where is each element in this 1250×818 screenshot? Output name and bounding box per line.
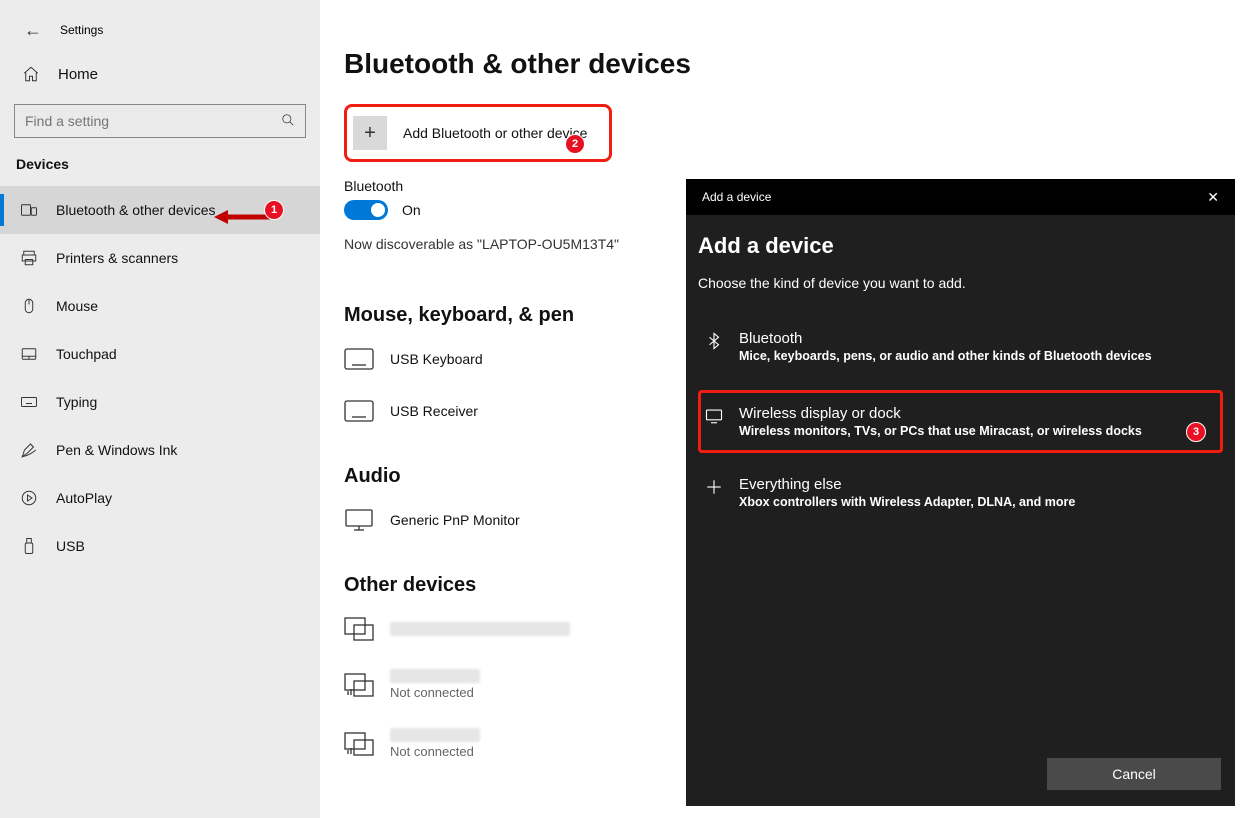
search-input[interactable] xyxy=(25,113,265,129)
redacted-text xyxy=(390,728,480,742)
redacted-text xyxy=(390,622,570,636)
sidebar-item-label: Bluetooth & other devices xyxy=(56,202,216,218)
monitor-icon xyxy=(705,407,723,425)
media-device-icon xyxy=(344,673,374,697)
sidebar-item-label: Pen & Windows Ink xyxy=(56,442,177,458)
back-icon[interactable]: ← xyxy=(24,20,42,41)
page-title: Bluetooth & other devices xyxy=(344,48,904,80)
sidebar-item-usb[interactable]: USB xyxy=(0,522,320,570)
device-name: USB Receiver xyxy=(390,403,478,419)
sidebar-home[interactable]: Home xyxy=(0,54,320,94)
add-device-dialog: Add a device ✕ Add a device Choose the k… xyxy=(686,179,1235,806)
dialog-option-bluetooth[interactable]: Bluetooth Mice, keyboards, pens, or audi… xyxy=(698,315,1223,378)
option-desc: Xbox controllers with Wireless Adapter, … xyxy=(739,495,1075,509)
dialog-subheading: Choose the kind of device you want to ad… xyxy=(698,275,1223,291)
annotation-badge-2: 2 xyxy=(565,134,585,154)
annotation-badge-1: 1 xyxy=(264,200,284,220)
dialog-option-everything-else[interactable]: Everything else Xbox controllers with Wi… xyxy=(698,461,1223,524)
add-device-button[interactable]: + Add Bluetooth or other device 2 xyxy=(344,104,612,162)
sidebar-item-typing[interactable]: Typing xyxy=(0,378,320,426)
dialog-titlebar: Add a device ✕ xyxy=(686,179,1235,215)
option-desc: Wireless monitors, TVs, or PCs that use … xyxy=(739,424,1142,438)
annotation-badge-3: 3 xyxy=(1186,422,1206,442)
annotation-arrow-1: 1 xyxy=(214,200,284,230)
usb-icon xyxy=(20,537,38,555)
option-desc: Mice, keyboards, pens, or audio and othe… xyxy=(739,349,1152,363)
media-device-icon xyxy=(344,732,374,756)
option-title: Bluetooth xyxy=(739,330,1152,347)
sidebar-group-header: Devices xyxy=(0,156,320,172)
redacted-text xyxy=(390,669,480,683)
sidebar-item-autoplay[interactable]: AutoPlay xyxy=(0,474,320,522)
dialog-heading: Add a device xyxy=(698,233,1223,259)
device-name: USB Keyboard xyxy=(390,351,483,367)
autoplay-icon xyxy=(20,489,38,507)
pen-icon xyxy=(20,441,38,459)
bluetooth-icon xyxy=(705,332,723,350)
plus-icon xyxy=(705,478,723,496)
mouse-icon xyxy=(20,297,38,315)
device-icon xyxy=(344,617,374,641)
device-status: Not connected xyxy=(390,744,480,759)
sidebar-item-printers[interactable]: Printers & scanners xyxy=(0,234,320,282)
sidebar-item-mouse[interactable]: Mouse xyxy=(0,282,320,330)
devices-icon xyxy=(20,201,38,219)
back-row: ← Settings xyxy=(0,14,320,46)
sidebar-home-label: Home xyxy=(58,66,98,83)
sidebar-item-label: Mouse xyxy=(56,298,98,314)
search-input-container[interactable] xyxy=(14,104,306,138)
option-title: Everything else xyxy=(739,476,1075,493)
option-title: Wireless display or dock xyxy=(739,405,1142,422)
keyboard-icon xyxy=(344,399,374,423)
sidebar-item-label: Typing xyxy=(56,394,97,410)
settings-sidebar: ← Settings Home Devices Bluetooth & othe… xyxy=(0,0,320,818)
dialog-titlebar-text: Add a device xyxy=(702,190,771,204)
sidebar-item-label: USB xyxy=(56,538,85,554)
bluetooth-toggle[interactable] xyxy=(344,200,388,220)
search-icon xyxy=(281,113,295,130)
device-name: Generic PnP Monitor xyxy=(390,512,520,528)
keyboard-icon xyxy=(20,393,38,411)
printer-icon xyxy=(20,249,38,267)
keyboard-icon xyxy=(344,347,374,371)
add-device-label: Add Bluetooth or other device xyxy=(403,125,587,141)
cancel-button[interactable]: Cancel xyxy=(1047,758,1221,790)
device-status: Not connected xyxy=(390,685,480,700)
sidebar-item-label: Touchpad xyxy=(56,346,117,362)
plus-icon: + xyxy=(353,116,387,150)
close-icon[interactable]: ✕ xyxy=(1207,189,1219,206)
sidebar-item-label: AutoPlay xyxy=(56,490,112,506)
monitor-icon xyxy=(344,508,374,532)
sidebar-item-pen[interactable]: Pen & Windows Ink xyxy=(0,426,320,474)
window-title: Settings xyxy=(60,23,103,37)
touchpad-icon xyxy=(20,345,38,363)
bluetooth-state: On xyxy=(402,202,421,218)
sidebar-item-label: Printers & scanners xyxy=(56,250,178,266)
sidebar-item-touchpad[interactable]: Touchpad xyxy=(0,330,320,378)
home-icon xyxy=(22,65,40,83)
dialog-option-wireless-display[interactable]: Wireless display or dock Wireless monito… xyxy=(698,390,1223,453)
